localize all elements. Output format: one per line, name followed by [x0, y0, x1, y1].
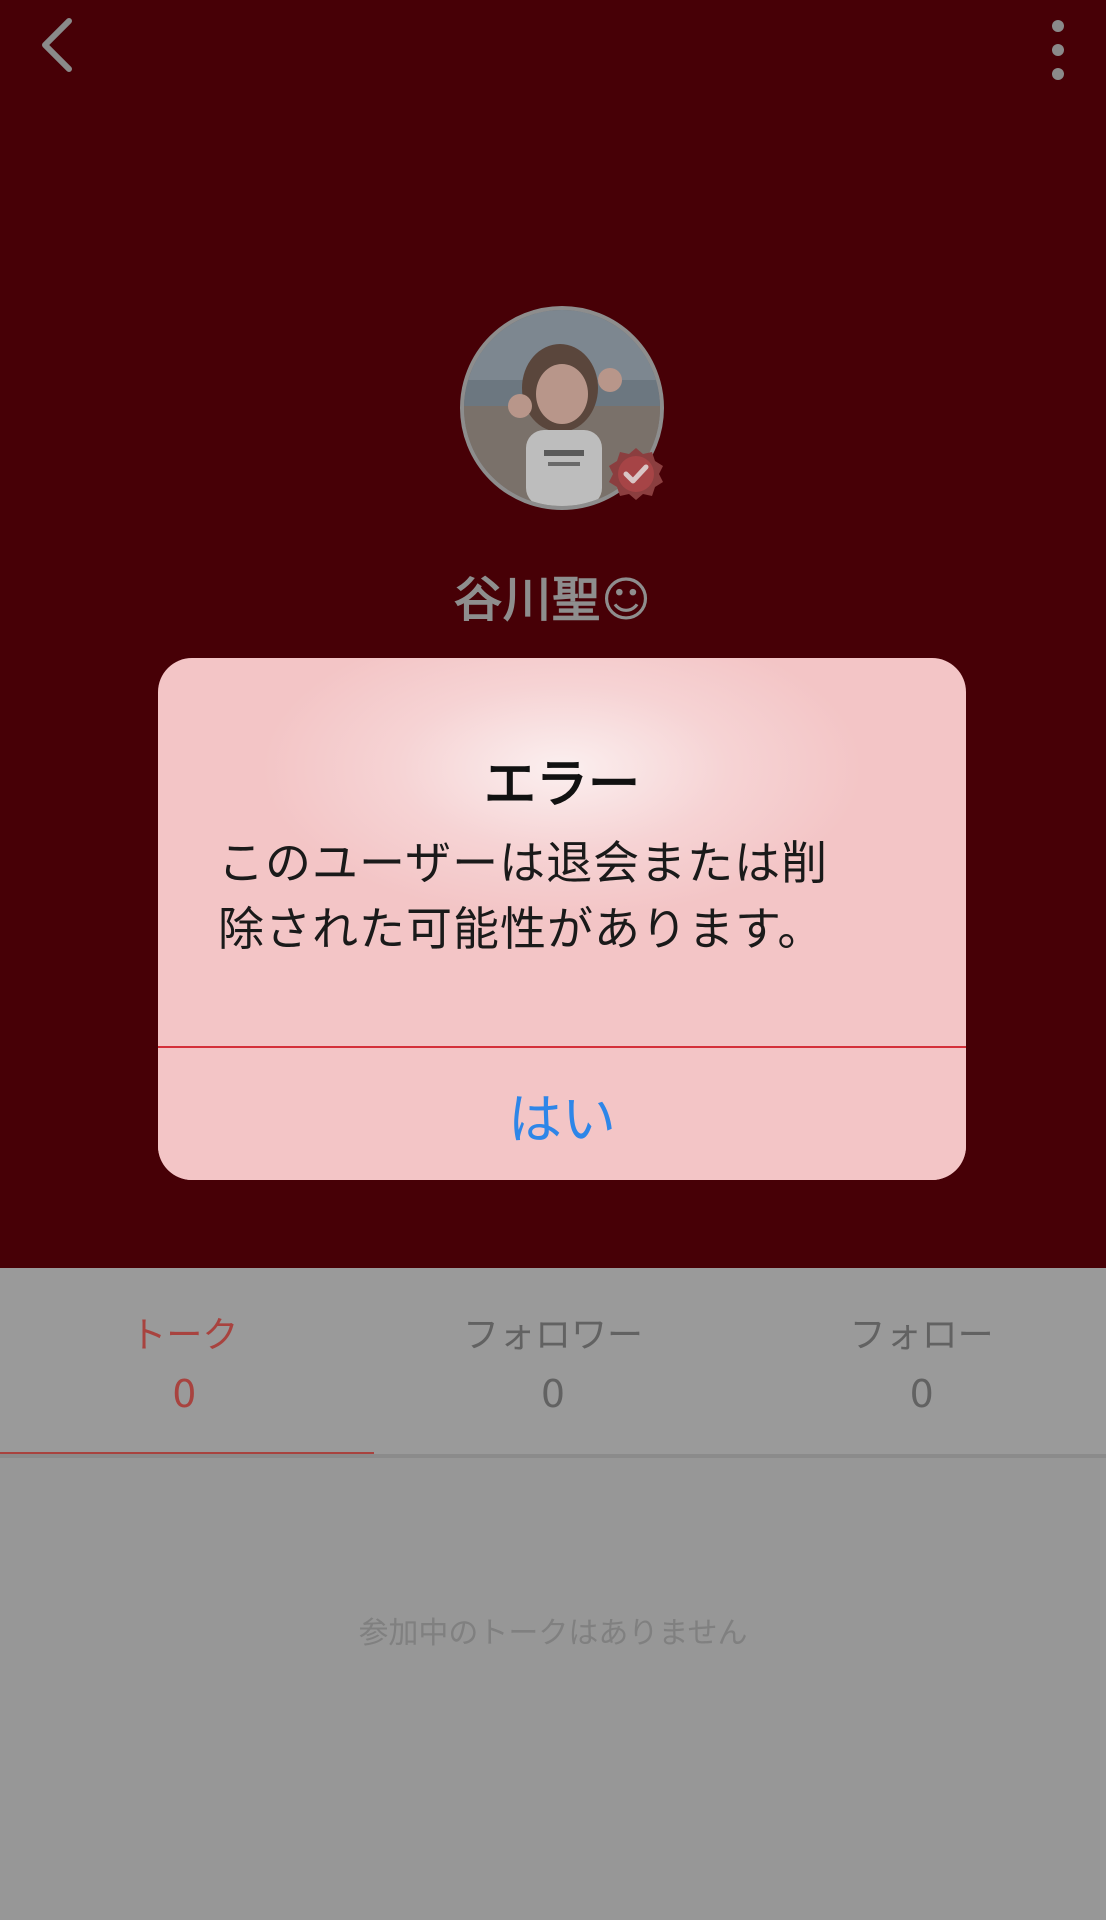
- tab-label: フォロー: [849, 1315, 994, 1356]
- verified-check-icon: [609, 448, 663, 500]
- alert-ok-button[interactable]: はい: [158, 1048, 966, 1180]
- profile-screen: 谷川聖☺ トーク 0 フォロワー 0 フォロー 0 参加中のトークはありません …: [0, 0, 1106, 1920]
- tab-following[interactable]: フォロー 0: [737, 1268, 1106, 1458]
- chevron-left-icon: [42, 18, 72, 72]
- error-alert-dialog: エラー このユーザーは退会または削 除された可能性があります。 はい: [158, 658, 966, 1180]
- alert-title: エラー: [483, 755, 640, 815]
- more-vertical-icon: [1052, 20, 1064, 80]
- tab-count: 0: [172, 1372, 197, 1416]
- alert-message-line: このユーザーは退会または削: [218, 836, 829, 890]
- back-button[interactable]: [22, 10, 92, 80]
- talk-list: 参加中のトークはありません: [0, 1458, 1106, 1920]
- tab-count: 0: [909, 1372, 934, 1416]
- tab-talk[interactable]: トーク 0: [0, 1268, 374, 1458]
- profile-tabs: トーク 0 フォロワー 0 フォロー 0: [0, 1268, 1106, 1458]
- tab-count: 0: [540, 1372, 566, 1416]
- tab-label: トーク: [130, 1315, 239, 1356]
- tab-followers[interactable]: フォロワー 0: [369, 1268, 738, 1458]
- empty-state-message: 参加中のトークはありません: [358, 1616, 748, 1651]
- alert-message: このユーザーは退会または削 除された可能性があります。: [218, 830, 918, 962]
- verified-badge: [608, 446, 664, 502]
- tab-label: フォロワー: [463, 1315, 644, 1356]
- more-options-button[interactable]: [1028, 10, 1088, 90]
- alert-message-line: 除された可能性があります。: [218, 902, 825, 956]
- profile-name: 谷川聖☺: [453, 572, 653, 628]
- avatar-container[interactable]: [460, 306, 664, 510]
